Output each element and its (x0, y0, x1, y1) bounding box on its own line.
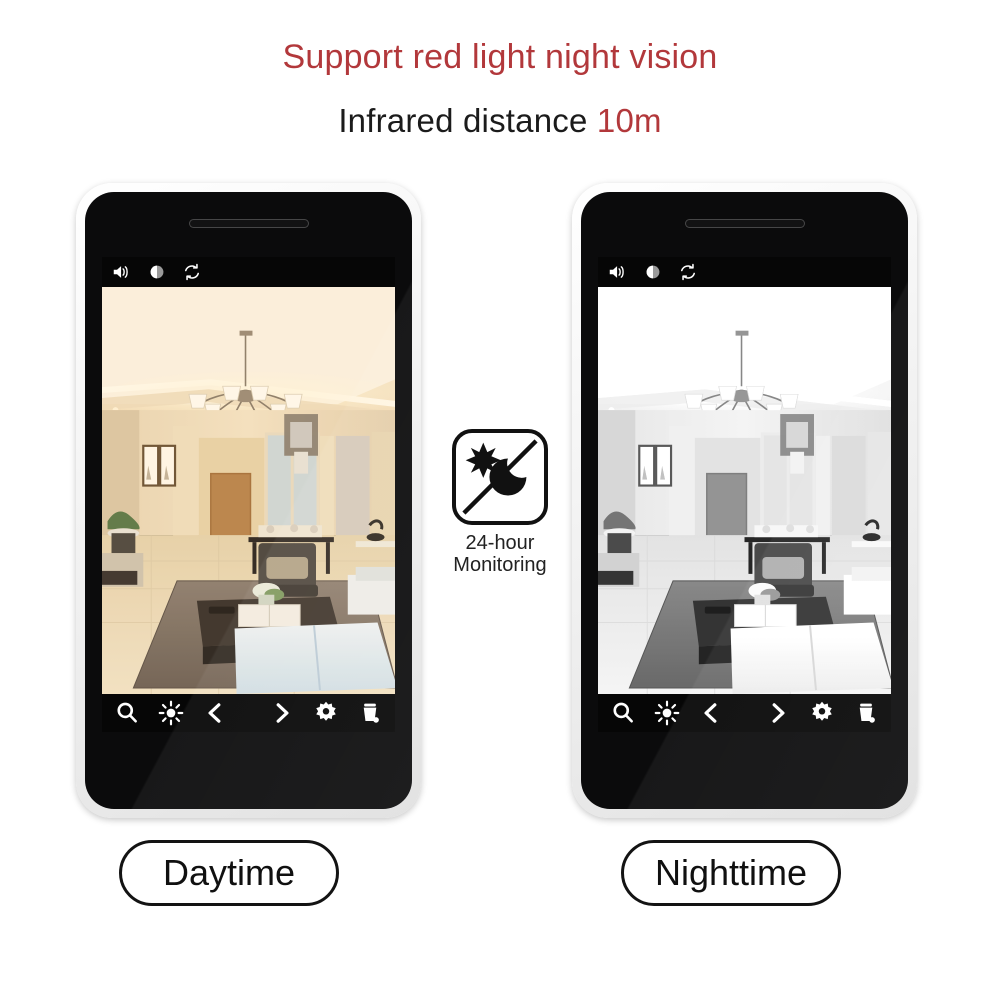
badge-caption-line2: Monitoring (453, 554, 547, 577)
trash-icon[interactable] (357, 700, 383, 726)
badge-caption: 24-hour Monitoring (443, 532, 557, 577)
page-title: Support red light night vision (282, 38, 718, 76)
chevron-right-icon[interactable] (765, 700, 791, 726)
earpiece-speaker-icon (188, 219, 309, 228)
infrared-distance-value: 10m (596, 102, 662, 139)
bottom-toolbar-right-group (269, 700, 383, 726)
camera-feed-nighttime (598, 287, 891, 694)
crescent-moon-icon (489, 458, 527, 496)
app-top-toolbar[interactable] (598, 257, 891, 287)
chevron-right-icon[interactable] (269, 700, 295, 726)
chevron-left-icon[interactable] (202, 700, 228, 726)
camera-feed-daytime (102, 287, 395, 694)
phone-body (85, 192, 412, 809)
chevron-left-icon[interactable] (698, 700, 724, 726)
search-icon[interactable] (610, 700, 636, 726)
bottom-toolbar-right-group (765, 700, 879, 726)
day-night-icon (452, 429, 548, 525)
badge-caption-line1: 24-hour (465, 532, 535, 554)
page-subtitle: Infrared distance 10m (0, 102, 1000, 140)
phone-body (581, 192, 908, 809)
volume-icon[interactable] (607, 261, 629, 283)
24-hour-monitoring-badge: 24-hour Monitoring (443, 429, 557, 577)
trash-icon[interactable] (853, 700, 879, 726)
label-nighttime: Nighttime (621, 840, 841, 906)
search-icon[interactable] (114, 700, 140, 726)
promo-graphic: Support red light night vision Infrared … (0, 0, 1000, 1000)
phone-screen-nighttime (598, 257, 891, 732)
bottom-toolbar-left-group (610, 700, 724, 726)
app-top-toolbar[interactable] (102, 257, 395, 287)
contrast-icon[interactable] (146, 261, 168, 283)
phone-mockup-daytime (76, 183, 421, 818)
earpiece-speaker-icon (684, 219, 805, 228)
brightness-icon[interactable] (158, 700, 184, 726)
label-daytime: Daytime (119, 840, 339, 906)
rotate-refresh-icon[interactable] (677, 261, 699, 283)
contrast-icon[interactable] (642, 261, 664, 283)
gear-icon[interactable] (313, 700, 339, 726)
gear-icon[interactable] (809, 700, 835, 726)
phone-mockup-nighttime (572, 183, 917, 818)
app-bottom-toolbar[interactable] (598, 694, 891, 732)
rotate-refresh-icon[interactable] (181, 261, 203, 283)
app-bottom-toolbar[interactable] (102, 694, 395, 732)
phone-screen-daytime (102, 257, 395, 732)
bottom-toolbar-left-group (114, 700, 228, 726)
volume-icon[interactable] (111, 261, 133, 283)
subtitle-prefix: Infrared distance (338, 102, 597, 139)
brightness-icon[interactable] (654, 700, 680, 726)
